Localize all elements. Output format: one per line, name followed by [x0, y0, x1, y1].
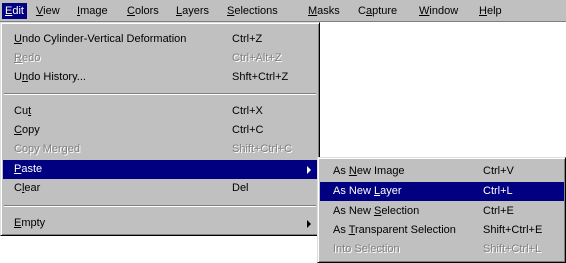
menu-item-clear-shortcut: Del: [232, 182, 249, 194]
menu-item-copy-merged-shortcut: Shift+Ctrl+C: [232, 143, 292, 155]
submenu-item-as-new-layer[interactable]: As New Layer Ctrl+L: [320, 182, 564, 201]
menu-edit[interactable]: Edit: [2, 3, 27, 19]
menu-item-cut-label: Cut: [14, 105, 32, 117]
menu-item-clear-label: Clear: [14, 182, 41, 194]
menu-item-undo[interactable]: Undo Cylinder-Vertical Deformation Ctrl+…: [3, 30, 317, 49]
menu-image-label: Image: [77, 5, 108, 17]
submenu-item-as-new-selection-shortcut: Ctrl+E: [483, 205, 514, 217]
submenu-item-as-new-layer-label: As New Layer: [333, 185, 402, 197]
menu-item-undo-history[interactable]: Undo History... Shft+Ctrl+Z: [3, 68, 317, 87]
menu-bar: Edit View Image Colors Layers Selections…: [0, 0, 566, 22]
submenu-item-as-new-image[interactable]: As New Image Ctrl+V: [320, 162, 564, 181]
menu-selections-label: Selections: [227, 5, 278, 17]
menu-item-copy-shortcut: Ctrl+C: [232, 124, 264, 136]
submenu-item-as-new-image-label: As New Image: [333, 165, 405, 177]
menu-masks[interactable]: Masks: [305, 3, 343, 19]
menu-separator: [4, 205, 316, 207]
submenu-item-as-new-selection[interactable]: As New Selection Ctrl+E: [320, 202, 564, 221]
menu-image[interactable]: Image: [74, 3, 111, 19]
menu-item-undo-label: Undo Cylinder-Vertical Deformation: [14, 33, 187, 45]
edit-menu: Undo Cylinder-Vertical Deformation Ctrl+…: [0, 22, 320, 236]
menu-colors-label: Colors: [127, 5, 159, 17]
menu-capture-label: Capture: [358, 5, 398, 17]
submenu-item-as-new-selection-label: As New Selection: [333, 205, 420, 217]
menu-item-empty-label: Empty: [14, 217, 46, 229]
paste-submenu: As New Image Ctrl+V As New Layer Ctrl+L …: [317, 157, 566, 263]
menu-view[interactable]: View: [33, 3, 63, 19]
menu-capture[interactable]: Capture: [355, 3, 400, 19]
submenu-arrow-icon: [307, 220, 311, 228]
menu-item-paste[interactable]: Paste: [3, 160, 317, 179]
menu-item-redo: Redo Ctrl+Alt+Z: [3, 49, 317, 68]
menu-item-paste-label: Paste: [14, 163, 43, 175]
menu-item-undo-history-label: Undo History...: [14, 71, 86, 83]
menu-item-redo-label: Redo: [14, 52, 41, 64]
menu-item-undo-shortcut: Ctrl+Z: [232, 33, 263, 45]
menu-item-copy-merged: Copy Merged Shift+Ctrl+C: [3, 140, 317, 159]
submenu-item-as-new-layer-shortcut: Ctrl+L: [483, 185, 513, 197]
menu-item-copy[interactable]: Copy Ctrl+C: [3, 121, 317, 140]
menu-item-clear[interactable]: Clear Del: [3, 179, 317, 198]
submenu-item-into-selection: Into Selection Shift+Ctrl+L: [320, 240, 564, 259]
menu-item-undo-history-shortcut: Shft+Ctrl+Z: [232, 71, 289, 83]
menu-layers-label: Layers: [176, 5, 210, 17]
menu-layers[interactable]: Layers: [173, 3, 212, 19]
menu-item-cut[interactable]: Cut Ctrl+X: [3, 102, 317, 121]
menu-edit-label: Edit: [5, 5, 24, 17]
menu-help-label: Help: [479, 5, 502, 17]
menu-window[interactable]: Window: [416, 3, 461, 19]
menu-item-copy-label: Copy: [14, 124, 40, 136]
submenu-arrow-icon: [307, 166, 311, 174]
menu-help[interactable]: Help: [476, 3, 505, 19]
menu-selections[interactable]: Selections: [224, 3, 281, 19]
menu-window-label: Window: [419, 5, 459, 17]
menu-item-empty[interactable]: Empty: [3, 214, 317, 233]
submenu-item-as-transparent-selection-shortcut: Shift+Ctrl+E: [483, 224, 543, 236]
menu-separator: [4, 93, 316, 95]
menu-item-copy-merged-label: Copy Merged: [14, 143, 81, 155]
menu-view-label: View: [36, 5, 60, 17]
submenu-item-into-selection-shortcut: Shift+Ctrl+L: [483, 243, 542, 255]
menu-item-redo-shortcut: Ctrl+Alt+Z: [232, 52, 282, 64]
screenshot-root: Edit View Image Colors Layers Selections…: [0, 0, 566, 263]
submenu-item-as-transparent-selection-label: As Transparent Selection: [333, 224, 456, 236]
submenu-item-into-selection-label: Into Selection: [333, 243, 400, 255]
submenu-item-as-new-image-shortcut: Ctrl+V: [483, 165, 514, 177]
menu-masks-label: Masks: [308, 5, 340, 17]
menu-colors[interactable]: Colors: [124, 3, 162, 19]
submenu-item-as-transparent-selection[interactable]: As Transparent Selection Shift+Ctrl+E: [320, 221, 564, 240]
menu-item-cut-shortcut: Ctrl+X: [232, 105, 263, 117]
